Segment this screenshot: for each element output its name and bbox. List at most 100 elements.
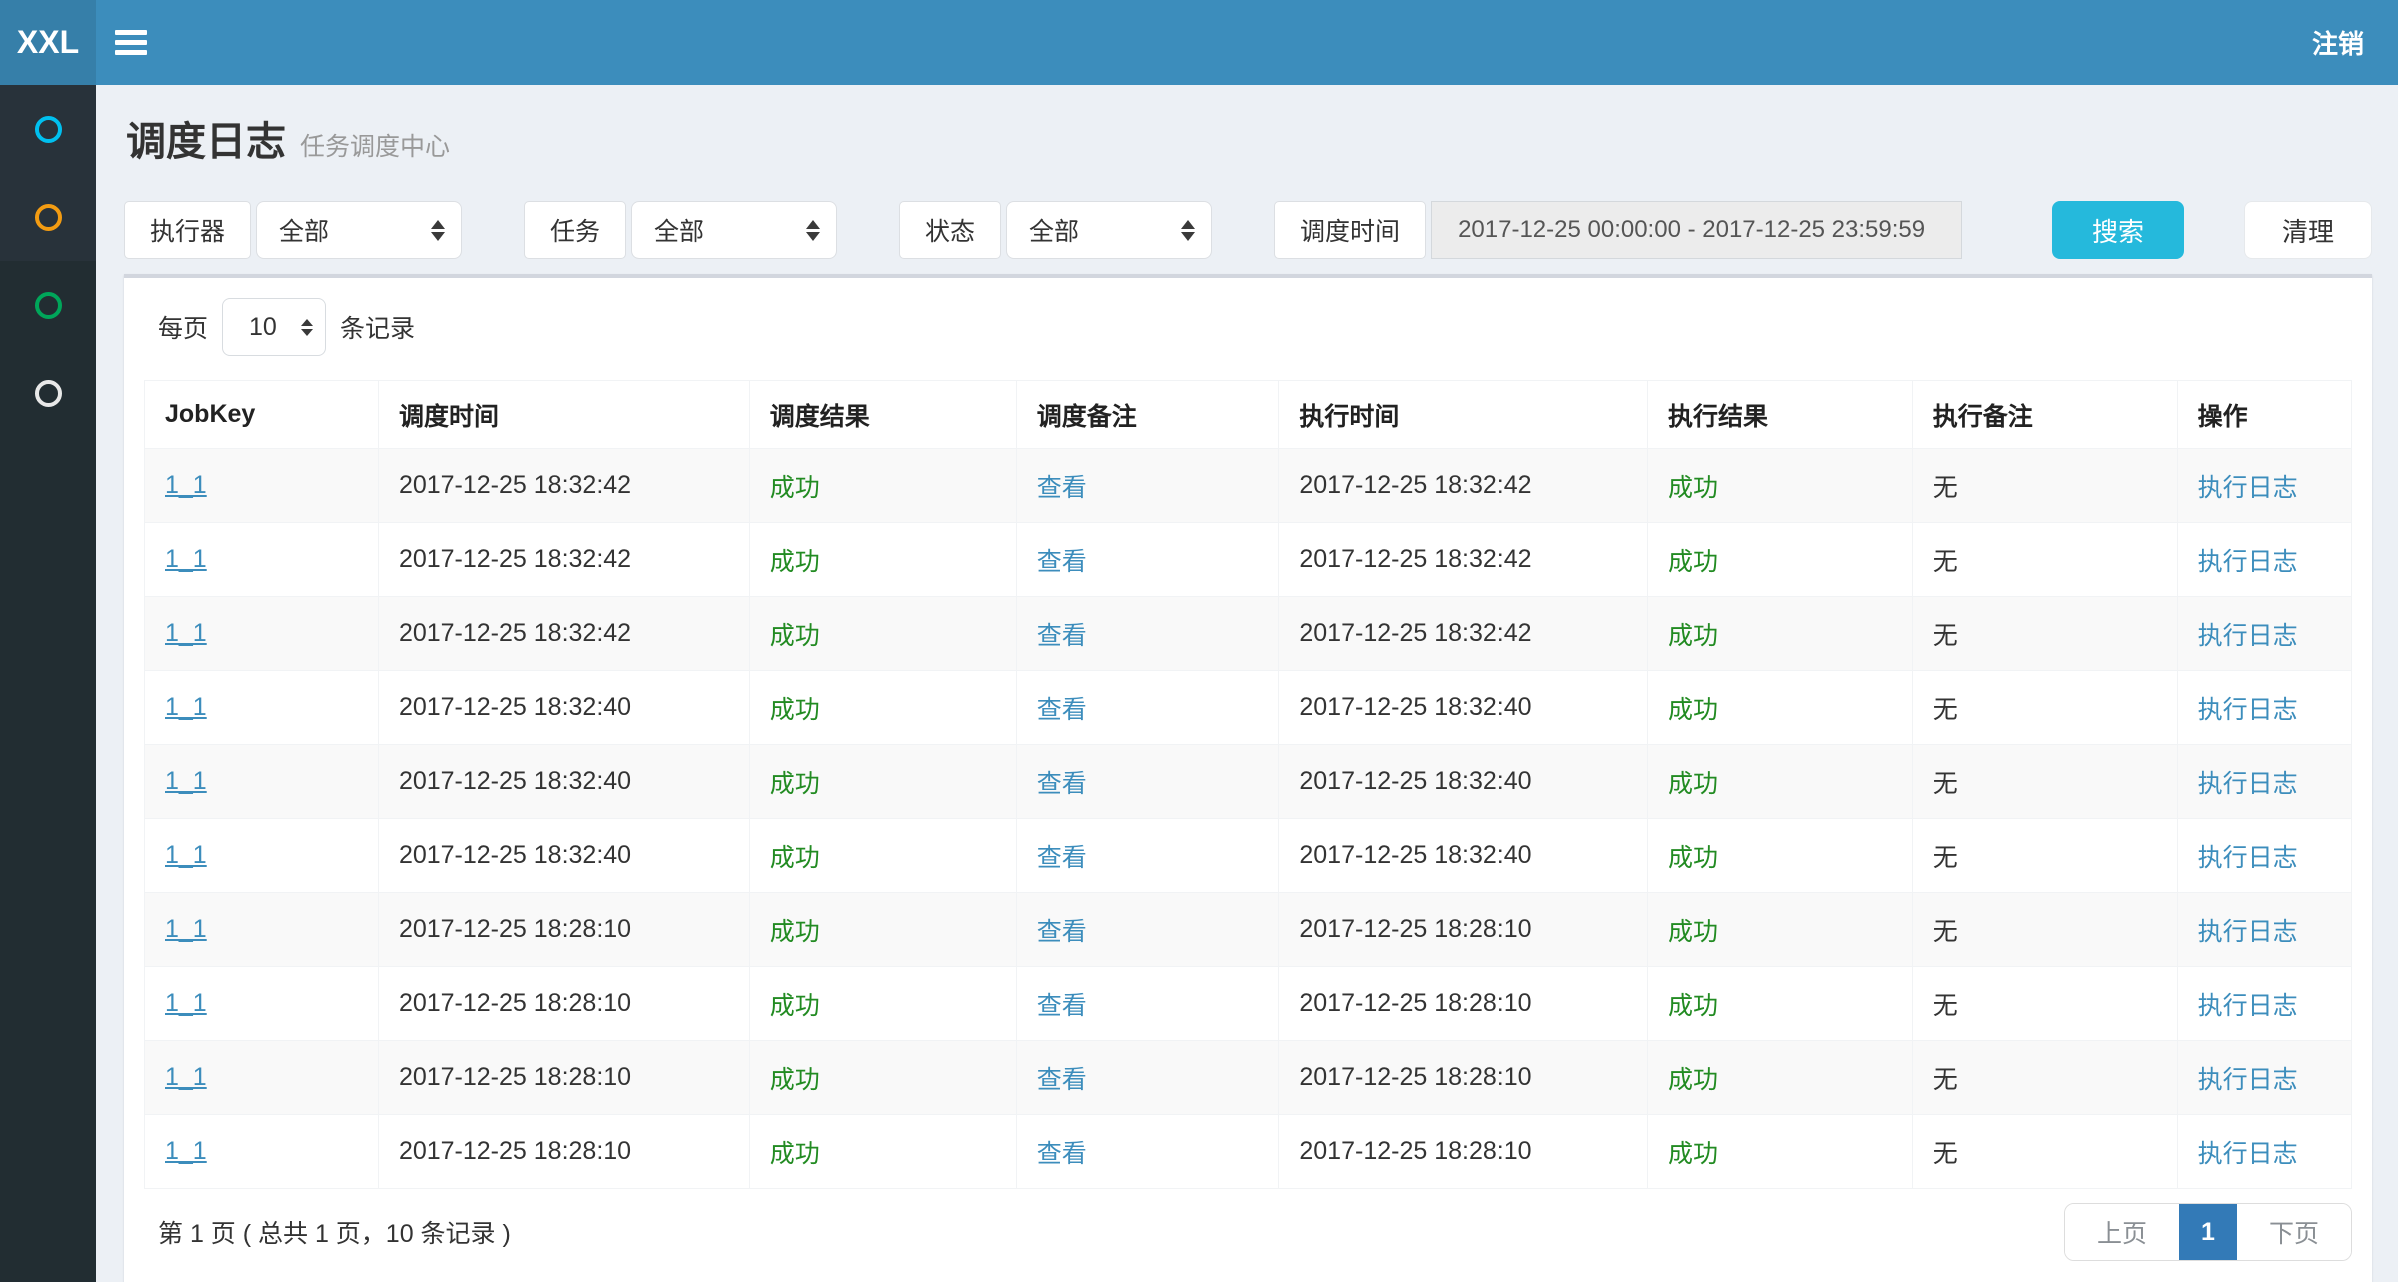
app-logo[interactable]: XXL	[0, 0, 96, 85]
job-key-link[interactable]: 1_1	[165, 915, 207, 943]
handle-msg-text: 无	[1933, 1140, 1958, 1168]
trigger-time-text: 2017-12-25 18:32:42	[399, 619, 631, 647]
circle-outline-icon	[35, 380, 62, 407]
trigger-time-text: 2017-12-25 18:32:42	[399, 471, 631, 499]
view-trigger-msg-link[interactable]: 查看	[1037, 1140, 1087, 1168]
table-row: 1_1 2017-12-25 18:32:42 成功 查看 2017-12-25 18:…	[145, 597, 2352, 671]
table-row: 1_12017-12-25 18:32:40成功查看2017-12-25 18:…	[145, 745, 2352, 819]
trigger-result-text: 成功	[770, 622, 820, 650]
table-row: 1_12017-12-25 18:28:10成功查看2017-12-25 18:…	[145, 967, 2352, 1041]
table-row: 1_12017-12-25 18:28:10成功查看2017-12-25 18:…	[145, 1115, 2352, 1189]
execution-log-link[interactable]: 执行日志	[2198, 992, 2298, 1020]
job-select[interactable]: 全部	[631, 201, 837, 259]
executor-select[interactable]: 全部	[256, 201, 462, 259]
execution-log-link[interactable]: 执行日志	[2198, 548, 2298, 576]
handle-result-text: 成功	[1668, 548, 1718, 576]
schedule-time-range-input[interactable]: 2017-12-25 00:00:00 - 2017-12-25 23:59:5…	[1431, 201, 1962, 259]
next-page-button[interactable]: 下页	[2237, 1204, 2351, 1260]
clear-button[interactable]: 清理	[2244, 201, 2372, 259]
job-key-link[interactable]: 1_1	[165, 619, 207, 647]
handle-result-text: 成功	[1668, 844, 1718, 872]
view-trigger-msg-link[interactable]: 查看	[1037, 844, 1087, 872]
pagination-bar: 第 1 页 ( 总共 1 页，10 条记录 ) 上页 1 下页	[144, 1203, 2352, 1261]
execution-log-link[interactable]: 执行日志	[2198, 770, 2298, 798]
handle-time-text: 2017-12-25 18:32:40	[1299, 767, 1531, 795]
view-trigger-msg-link[interactable]: 查看	[1037, 696, 1087, 724]
view-trigger-msg-link[interactable]: 查看	[1037, 548, 1087, 576]
handle-time-text: 2017-12-25 18:32:42	[1299, 471, 1531, 499]
logout-link[interactable]: 注销	[2278, 0, 2398, 85]
table-row: 1_12017-12-25 18:28:10成功查看2017-12-25 18:…	[145, 1041, 2352, 1115]
trigger-time-text: 2017-12-25 18:28:10	[399, 915, 631, 943]
handle-time-text: 2017-12-25 18:32:40	[1299, 841, 1531, 869]
view-trigger-msg-link[interactable]: 查看	[1037, 474, 1087, 502]
status-select[interactable]: 全部	[1006, 201, 1212, 259]
execution-log-link[interactable]: 执行日志	[2198, 1140, 2298, 1168]
handle-time-text: 2017-12-25 18:32:42	[1299, 619, 1531, 647]
column-header: 调度结果	[749, 381, 1016, 449]
top-navbar: XXL 注销	[0, 0, 2398, 85]
sidebar-toggle-button[interactable]	[96, 0, 166, 85]
table-row: 1_1 2017-12-25 18:32:42 成功 查看 2017-12-25 18:…	[145, 449, 2352, 523]
handle-result-text: 成功	[1668, 770, 1718, 798]
log-table-header-row: JobKey调度时间调度结果调度备注执行时间执行结果执行备注操作	[145, 381, 2352, 449]
log-table-body: 1_12017-12-25 18:32:42成功查看2017-12-25 18:…	[145, 449, 2352, 1189]
job-key-link[interactable]: 1_1	[165, 841, 207, 869]
column-header: 执行时间	[1279, 381, 1648, 449]
handle-time-text: 2017-12-25 18:28:10	[1299, 1063, 1531, 1091]
main-content: 调度日志 任务调度中心 执行器 全部 任务 全部 状态 全部 调度时间	[96, 85, 2398, 1282]
view-trigger-msg-link[interactable]: 查看	[1037, 1066, 1087, 1094]
status-filter-label: 状态	[899, 201, 1001, 259]
trigger-result-text: 成功	[770, 548, 820, 576]
column-header: 操作	[2177, 381, 2351, 449]
view-trigger-msg-link[interactable]: 查看	[1037, 992, 1087, 1020]
circle-outline-icon	[35, 204, 62, 231]
job-key-link[interactable]: 1_1	[165, 471, 207, 499]
execution-log-link[interactable]: 执行日志	[2198, 622, 2298, 650]
sidebar-item-4[interactable]	[0, 349, 96, 437]
execution-log-link[interactable]: 执行日志	[2198, 474, 2298, 502]
column-header: JobKey	[145, 381, 379, 449]
sidebar-menu	[0, 85, 96, 1282]
log-table: JobKey调度时间调度结果调度备注执行时间执行结果执行备注操作 1_12017…	[144, 380, 2352, 1189]
handle-msg-text: 无	[1933, 918, 1958, 946]
view-trigger-msg-link[interactable]: 查看	[1037, 770, 1087, 798]
navbar-spacer	[166, 0, 2278, 85]
handle-msg-text: 无	[1933, 992, 1958, 1020]
sidebar-item-2[interactable]	[0, 173, 96, 261]
handle-result-text: 成功	[1668, 474, 1718, 502]
app-window: XXL 注销 调度日志 任务调度中心 执行器 全部 任务 全部	[0, 0, 2398, 1282]
job-key-link[interactable]: 1_1	[165, 989, 207, 1017]
job-key-link[interactable]: 1_1	[165, 1137, 207, 1165]
column-header: 调度时间	[378, 381, 749, 449]
job-key-link[interactable]: 1_1	[165, 693, 207, 721]
execution-log-link[interactable]: 执行日志	[2198, 918, 2298, 946]
trigger-result-text: 成功	[770, 696, 820, 724]
execution-log-link[interactable]: 执行日志	[2198, 696, 2298, 724]
handle-time-text: 2017-12-25 18:32:40	[1299, 693, 1531, 721]
view-trigger-msg-link[interactable]: 查看	[1037, 918, 1087, 946]
job-key-link[interactable]: 1_1	[165, 767, 207, 795]
trigger-time-text: 2017-12-25 18:28:10	[399, 1063, 631, 1091]
trigger-time-text: 2017-12-25 18:32:40	[399, 841, 631, 869]
trigger-result-text: 成功	[770, 844, 820, 872]
filter-toolbar: 执行器 全部 任务 全部 状态 全部 调度时间 2017-12-25 00:00…	[124, 201, 2372, 259]
time-filter-label: 调度时间	[1274, 201, 1426, 259]
handle-msg-text: 无	[1933, 622, 1958, 650]
view-trigger-msg-link[interactable]: 查看	[1037, 622, 1087, 650]
hamburger-icon	[115, 30, 147, 35]
sidebar-item-1[interactable]	[0, 85, 96, 173]
job-key-link[interactable]: 1_1	[165, 545, 207, 573]
column-header: 执行结果	[1647, 381, 1912, 449]
execution-log-link[interactable]: 执行日志	[2198, 844, 2298, 872]
job-key-link[interactable]: 1_1	[165, 1063, 207, 1091]
log-panel: 每页 10 条记录 JobKey调度时间调度结果调度备注执行时间执行结果执行备注…	[124, 274, 2372, 1282]
page-size-select[interactable]: 10	[222, 298, 326, 356]
handle-msg-text: 无	[1933, 474, 1958, 502]
trigger-result-text: 成功	[770, 1140, 820, 1168]
current-page-button[interactable]: 1	[2179, 1204, 2237, 1260]
sidebar-item-3[interactable]	[0, 261, 96, 349]
prev-page-button[interactable]: 上页	[2065, 1204, 2179, 1260]
execution-log-link[interactable]: 执行日志	[2198, 1066, 2298, 1094]
search-button[interactable]: 搜索	[2052, 201, 2184, 259]
